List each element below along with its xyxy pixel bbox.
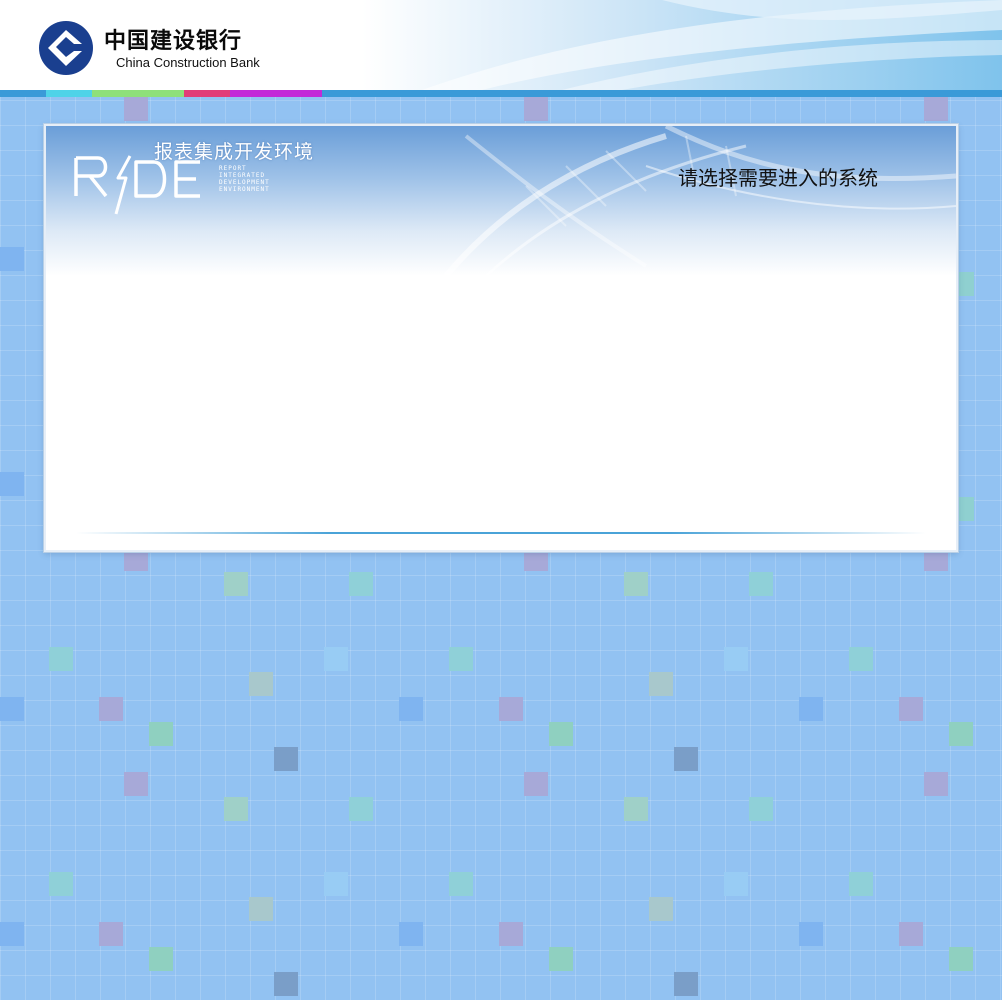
header-swoosh-decoration	[362, 0, 1002, 90]
background-tile	[524, 772, 548, 796]
background-tile	[349, 797, 373, 821]
background-tile	[724, 872, 748, 896]
background-tile	[449, 872, 473, 896]
background-tile	[849, 647, 873, 671]
background-tile	[49, 872, 73, 896]
background-tile	[49, 647, 73, 671]
background-tile	[249, 672, 273, 696]
background-tile	[799, 697, 823, 721]
background-tile	[649, 897, 673, 921]
ride-subtitle-line: DEVELOPMENT	[219, 179, 270, 186]
background-tile	[349, 572, 373, 596]
background-tile	[899, 697, 923, 721]
background-tile	[949, 947, 973, 971]
background-tile	[149, 722, 173, 746]
background-tile	[749, 797, 773, 821]
background-tile	[724, 647, 748, 671]
background-tile	[524, 97, 548, 121]
background-tile	[149, 947, 173, 971]
background-tile	[549, 722, 573, 746]
background-tile	[799, 922, 823, 946]
background-tile	[499, 697, 523, 721]
background-tile	[124, 97, 148, 121]
ride-subtitle-line: INTEGRATED	[219, 172, 266, 179]
background-tile	[274, 747, 298, 771]
background-tile	[649, 672, 673, 696]
background-tile	[224, 572, 248, 596]
ride-subtitle: REPORT INTEGRATED DEVELOPMENT ENVIRONMEN…	[219, 165, 270, 193]
background-tile	[949, 722, 973, 746]
panel-divider	[76, 532, 926, 534]
background-tile	[899, 922, 923, 946]
background-tile	[0, 472, 24, 496]
bank-name-english: China Construction Bank	[116, 55, 260, 70]
background-tile	[224, 797, 248, 821]
background-tile	[399, 922, 423, 946]
background-tile	[0, 247, 24, 271]
background-tile	[124, 772, 148, 796]
ride-subtitle-line: ENVIRONMENT	[219, 186, 270, 193]
header-color-strip	[0, 90, 1002, 97]
ccb-logo-icon	[39, 21, 93, 75]
background-tile	[99, 697, 123, 721]
background-tile	[624, 797, 648, 821]
background-tile	[924, 97, 948, 121]
ride-subtitle-line: REPORT	[219, 165, 247, 172]
background-tile	[449, 647, 473, 671]
background-tile	[274, 972, 298, 996]
background-tile	[0, 697, 24, 721]
background-tile	[549, 947, 573, 971]
background-tile	[674, 747, 698, 771]
ride-title-chinese: 报表集成开发环境	[154, 141, 315, 163]
background-tile	[849, 872, 873, 896]
background-tile	[324, 872, 348, 896]
background-tile	[749, 572, 773, 596]
background-tile	[399, 697, 423, 721]
background-tile	[249, 897, 273, 921]
background-tile	[0, 922, 24, 946]
background-tile	[499, 922, 523, 946]
bank-name-chinese: 中国建设银行	[104, 29, 243, 54]
background-tile	[924, 772, 948, 796]
background-tile	[674, 972, 698, 996]
header-bar: 中国建设银行 China Construction Bank	[0, 0, 1002, 90]
background-tile	[99, 922, 123, 946]
select-system-prompt: 请选择需要进入的系统	[678, 166, 878, 190]
background-tile	[324, 647, 348, 671]
system-select-panel: 报表集成开发环境 REPORT INTEGRATED DEVELOPMENT E…	[44, 124, 958, 552]
background-tile	[624, 572, 648, 596]
